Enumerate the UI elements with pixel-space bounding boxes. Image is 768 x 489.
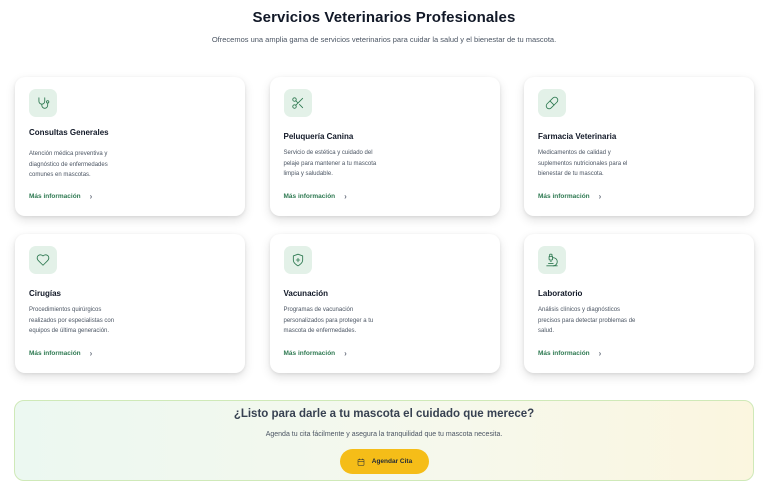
- chevron-right-icon: ›: [89, 192, 93, 201]
- scissors-icon: [283, 89, 312, 117]
- service-card-farmacia: Farmacia Veterinaria Medicamentos de cal…: [524, 77, 754, 216]
- more-info-link[interactable]: Más información ›: [538, 349, 601, 358]
- service-title: Cirugías: [29, 289, 62, 298]
- chevron-right-icon: ›: [344, 349, 347, 358]
- cta-title: ¿Listo para darle a tu mascota el cuidad…: [233, 408, 535, 420]
- chevron-right-icon: ›: [89, 349, 93, 358]
- more-info-label: Más información: [29, 193, 81, 200]
- chevron-right-icon: ›: [598, 349, 602, 358]
- pill-icon: [538, 89, 566, 117]
- more-info-label: Más información: [283, 350, 336, 357]
- service-title: Vacunación: [283, 289, 328, 298]
- more-info-link[interactable]: Más información ›: [284, 192, 347, 201]
- service-title: Consultas Generales: [29, 128, 109, 137]
- service-description: Procedimientos quirúrgicos realizados po…: [29, 307, 115, 334]
- schedule-appointment-button[interactable]: Agendar Cita: [340, 449, 429, 474]
- service-description: Servicio de estética y cuidado del pelaj…: [283, 150, 377, 177]
- service-card-vacunacion: Vacunación Programas de vacunación perso…: [269, 234, 500, 373]
- chevron-right-icon: ›: [598, 192, 602, 201]
- schedule-button-label: Agendar Cita: [371, 458, 413, 465]
- service-description: Atención médica preventiva y diagnóstico…: [29, 151, 108, 178]
- more-info-link[interactable]: Más información ›: [29, 349, 92, 358]
- more-info-label: Más información: [538, 350, 590, 357]
- service-description: Medicamentos de calidad y suplementos nu…: [538, 150, 628, 177]
- heart-icon: [29, 246, 57, 274]
- service-title: Peluquería Canina: [283, 132, 354, 141]
- service-title: Laboratorio: [538, 289, 583, 298]
- service-description: Análisis clínicos y diagnósticos preciso…: [538, 307, 636, 334]
- more-info-link[interactable]: Más información ›: [284, 349, 347, 358]
- cta-banner: ¿Listo para darle a tu mascota el cuidad…: [14, 400, 754, 481]
- service-card-laboratorio: Laboratorio Análisis clínicos y diagnóst…: [524, 234, 754, 373]
- service-card-peluqueria: Peluquería Canina Servicio de estética y…: [269, 77, 500, 216]
- shield-plus-icon: [283, 246, 312, 274]
- service-card-cirugias: Cirugías Procedimientos quirúrgicos real…: [15, 234, 245, 373]
- page-title: Servicios Veterinarios Profesionales: [252, 9, 516, 26]
- services-grid: Consultas Generales Atención médica prev…: [15, 77, 754, 373]
- more-info-link[interactable]: Más información ›: [29, 192, 92, 201]
- more-info-label: Más información: [538, 193, 590, 200]
- microscope-icon: [538, 246, 566, 274]
- service-card-consultas: Consultas Generales Atención médica prev…: [15, 77, 245, 216]
- service-description: Programas de vacunación personalizados p…: [283, 307, 374, 334]
- more-info-label: Más información: [29, 350, 81, 357]
- service-title: Farmacia Veterinaria: [538, 132, 617, 141]
- calendar-icon: [357, 458, 365, 466]
- page-subtitle: Ofrecemos una amplia gama de servicios v…: [211, 35, 557, 44]
- more-info-link[interactable]: Más información ›: [538, 192, 601, 201]
- stethoscope-icon: [29, 89, 57, 117]
- cta-text: Agenda tu cita fácilmente y asegura la t…: [265, 431, 503, 438]
- more-info-label: Más información: [283, 193, 336, 200]
- chevron-right-icon: ›: [344, 192, 347, 201]
